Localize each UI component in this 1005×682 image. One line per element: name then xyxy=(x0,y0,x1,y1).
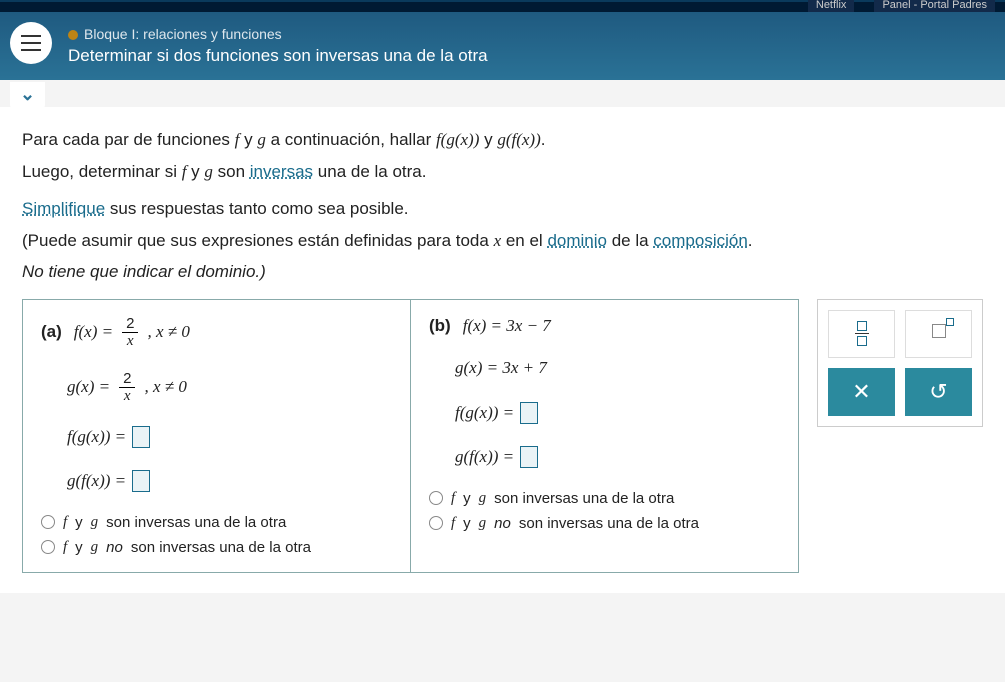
radio-a-inverse[interactable]: f y g son inversas una de la otra xyxy=(41,514,392,531)
tab-netflix[interactable]: Netflix xyxy=(808,0,855,12)
lesson-header: Bloque I: relaciones y funciones Determi… xyxy=(0,12,1005,80)
browser-tabs: Netflix Panel - Portal Padres xyxy=(808,0,995,12)
radio-icon xyxy=(429,491,443,505)
input-a-gf[interactable] xyxy=(132,470,150,492)
top-bar: Netflix Panel - Portal Padres xyxy=(0,0,1005,12)
link-dominio[interactable]: dominio xyxy=(547,231,607,250)
radio-icon xyxy=(41,540,55,554)
menu-button[interactable] xyxy=(10,22,52,64)
column-b: (b) f(x) = 3x − 7 g(x) = 3x + 7 f(g(x)) … xyxy=(411,300,798,572)
chevron-down-icon: ⌄ xyxy=(20,84,35,104)
radio-icon xyxy=(429,516,443,530)
tool-undo[interactable]: ↺ xyxy=(905,368,972,416)
undo-icon: ↺ xyxy=(929,379,947,405)
link-inversas[interactable]: inversas xyxy=(250,162,313,181)
tab-panel[interactable]: Panel - Portal Padres xyxy=(874,0,995,12)
fraction-icon xyxy=(855,321,869,346)
tool-clear[interactable]: ✕ xyxy=(828,368,895,416)
question-content: Para cada par de funciones f y g a conti… xyxy=(0,107,1005,593)
page-title: Determinar si dos funciones son inversas… xyxy=(68,46,987,66)
problem-table: (a) f(x) = 2x , x ≠ 0 g(x) = 2x , x ≠ 0 … xyxy=(22,299,799,573)
link-simplifique[interactable]: Simplifique xyxy=(22,199,105,218)
input-b-fg[interactable] xyxy=(520,402,538,424)
work-area: (a) f(x) = 2x , x ≠ 0 g(x) = 2x , x ≠ 0 … xyxy=(22,299,983,573)
label-b: (b) xyxy=(429,316,451,336)
keypad: ✕ ↺ xyxy=(817,299,983,427)
tool-exponent[interactable] xyxy=(905,310,972,358)
column-a: (a) f(x) = 2x , x ≠ 0 g(x) = 2x , x ≠ 0 … xyxy=(23,300,411,572)
radio-b-not-inverse[interactable]: f y g no son inversas una de la otra xyxy=(429,515,780,532)
collapse-toggle[interactable]: ⌄ xyxy=(10,82,45,109)
link-composicion[interactable]: composición xyxy=(653,231,748,250)
tool-fraction[interactable] xyxy=(828,310,895,358)
input-b-gf[interactable] xyxy=(520,446,538,468)
block-label: Bloque I: relaciones y funciones xyxy=(84,26,282,42)
status-dot-icon xyxy=(68,30,78,40)
exponent-icon xyxy=(932,324,946,343)
input-a-fg[interactable] xyxy=(132,426,150,448)
label-a: (a) xyxy=(41,322,62,342)
radio-b-inverse[interactable]: f y g son inversas una de la otra xyxy=(429,490,780,507)
x-icon: ✕ xyxy=(852,379,870,405)
radio-icon xyxy=(41,515,55,529)
radio-a-not-inverse[interactable]: f y g no son inversas una de la otra xyxy=(41,539,392,556)
